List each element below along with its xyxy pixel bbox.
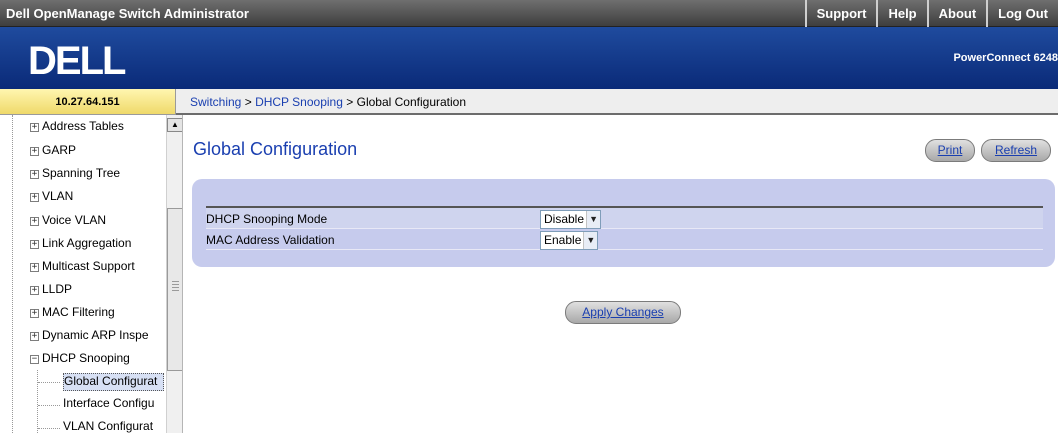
sidebar-item-label: Address Tables — [42, 119, 124, 133]
sidebar-item-garp[interactable]: + GARP — [30, 143, 166, 161]
breadcrumb-dhcp-snooping[interactable]: DHCP Snooping — [255, 95, 343, 109]
collapse-icon[interactable]: − — [30, 355, 39, 364]
tree-guide-line — [37, 370, 38, 433]
breadcrumb-separator: > — [244, 95, 252, 109]
dhcp-snooping-mode-select[interactable]: Disable ▼ — [540, 210, 602, 229]
config-row: DHCP Snooping Mode Disable ▼ — [206, 208, 1043, 229]
dhcp-snooping-mode-label: DHCP Snooping Mode — [206, 212, 328, 226]
expand-icon[interactable]: + — [30, 309, 39, 318]
top-nav: Support Help About Log Out — [804, 0, 1058, 27]
scroll-thumb[interactable] — [167, 208, 182, 371]
apply-changes-button[interactable]: Apply Changes — [565, 301, 681, 324]
title-bar: Dell OpenManage Switch Administrator Sup… — [0, 0, 1058, 27]
breadcrumb-current: Global Configuration — [356, 95, 467, 109]
app-title: Dell OpenManage Switch Administrator — [6, 6, 249, 21]
expand-icon[interactable]: + — [30, 170, 39, 179]
mac-address-validation-select[interactable]: Enable ▼ — [540, 231, 599, 250]
mac-address-validation-label: MAC Address Validation — [206, 233, 335, 247]
sidebar-item-label: GARP — [42, 143, 77, 157]
tree-branch-line — [38, 382, 60, 383]
sidebar-item-label: Spanning Tree — [42, 166, 121, 180]
expand-icon[interactable]: + — [30, 217, 39, 226]
expand-icon[interactable]: + — [30, 263, 39, 272]
refresh-button[interactable]: Refresh — [981, 139, 1051, 162]
sidebar-item-multicast-support[interactable]: + Multicast Support — [30, 259, 166, 277]
expand-icon[interactable]: + — [30, 332, 39, 341]
config-panel: DHCP Snooping Mode Disable ▼ MAC Address… — [192, 179, 1055, 267]
sidebar-item-vlan[interactable]: + VLAN — [30, 189, 166, 207]
sidebar-tree: + Address Tables + GARP + Spanning Tree + VL… — [0, 115, 183, 433]
tree-branch-line — [38, 428, 60, 429]
breadcrumb: Switching > DHCP Snooping > Global Confi… — [176, 89, 1058, 115]
model-name: PowerConnect 6248 — [953, 52, 1058, 64]
print-button[interactable]: Print — [925, 139, 975, 162]
sidebar-item-dhcp-snooping[interactable]: − DHCP Snooping — [30, 351, 166, 369]
logout-link[interactable]: Log Out — [986, 0, 1058, 27]
chevron-down-icon[interactable]: ▼ — [586, 211, 601, 228]
help-link[interactable]: Help — [876, 0, 926, 27]
sidebar-item-voice-vlan[interactable]: + Voice VLAN — [30, 213, 166, 231]
expand-icon[interactable]: + — [30, 193, 39, 202]
expand-icon[interactable]: + — [30, 240, 39, 249]
breadcrumb-separator: > — [346, 95, 354, 109]
support-link[interactable]: Support — [804, 0, 877, 27]
config-table: DHCP Snooping Mode Disable ▼ MAC Address… — [206, 206, 1043, 250]
expand-icon[interactable]: + — [30, 147, 39, 156]
tree-branch-line — [38, 405, 60, 406]
sidebar-item-spanning-tree[interactable]: + Spanning Tree — [30, 166, 166, 184]
about-link[interactable]: About — [926, 0, 987, 27]
sidebar-item-label: DHCP Snooping — [42, 351, 130, 365]
sidebar-item-label: Link Aggregation — [42, 236, 132, 250]
sidebar-item-link-aggregation[interactable]: + Link Aggregation — [30, 236, 166, 254]
tree-guide-line — [12, 115, 13, 433]
breadcrumb-switching[interactable]: Switching — [190, 95, 241, 109]
expand-icon[interactable]: + — [30, 123, 39, 132]
sidebar-item-mac-filtering[interactable]: + MAC Filtering — [30, 305, 166, 323]
sidebar-item-vlan-configuration[interactable]: VLAN Configurat — [63, 419, 164, 433]
banner: DELL PowerConnect 6248 — [0, 27, 1058, 89]
select-value: Disable — [544, 212, 585, 226]
config-row: MAC Address Validation Enable ▼ — [206, 229, 1043, 250]
svg-text:DELL: DELL — [28, 39, 126, 80]
page-title: Global Configuration — [193, 139, 358, 159]
sidebar-item-label: Multicast Support — [42, 259, 135, 273]
sidebar-item-interface-configuration[interactable]: Interface Configu — [63, 396, 164, 414]
grip-icon — [172, 281, 179, 291]
sidebar-scrollbar[interactable]: ▲ — [166, 115, 182, 433]
scroll-up-arrow-icon[interactable]: ▲ — [167, 118, 182, 132]
chevron-down-icon[interactable]: ▼ — [583, 232, 598, 249]
sidebar-item-label: LLDP — [42, 282, 73, 296]
expand-icon[interactable]: + — [30, 286, 39, 295]
ip-address: 10.27.64.151 — [0, 89, 176, 115]
dell-logo: DELL — [28, 39, 128, 80]
select-value: Enable — [544, 233, 582, 247]
sidebar-item-label: MAC Filtering — [42, 305, 115, 319]
sidebar-item-dynamic-arp[interactable]: + Dynamic ARP Inspe — [30, 328, 166, 346]
sidebar-item-global-configuration[interactable]: Global Configurat — [63, 373, 164, 391]
sidebar-item-label: Voice VLAN — [42, 213, 107, 227]
sidebar-item-lldp[interactable]: + LLDP — [30, 282, 166, 300]
sidebar-item-address-tables[interactable]: + Address Tables — [30, 119, 166, 137]
sidebar-item-label: Dynamic ARP Inspe — [42, 328, 149, 342]
sidebar-item-label: VLAN — [42, 189, 74, 203]
